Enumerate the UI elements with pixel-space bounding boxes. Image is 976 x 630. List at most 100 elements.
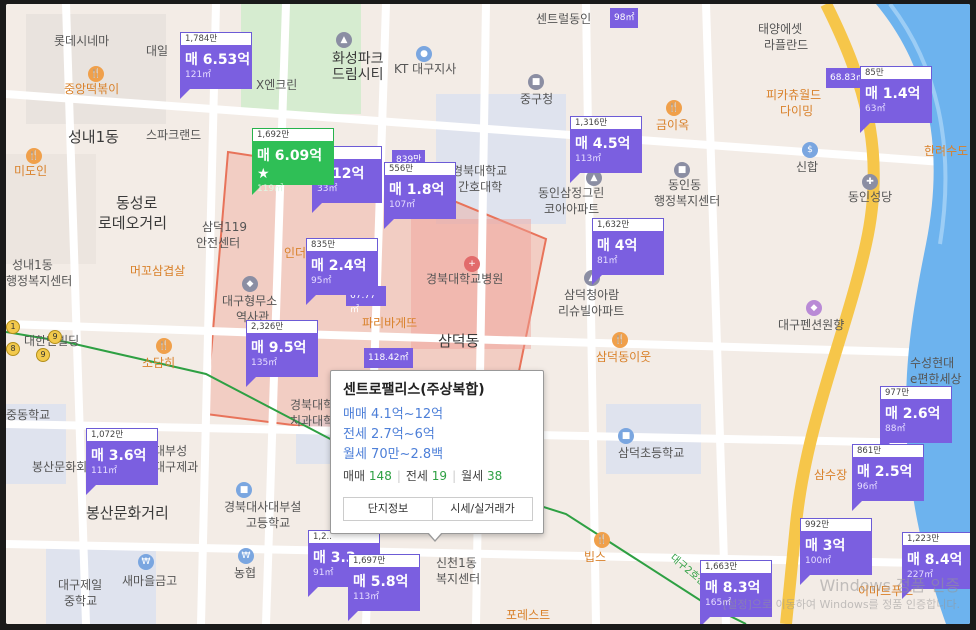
marker-price-per: 1,663만 — [700, 560, 772, 573]
label-jungguchung: 중구청 — [520, 92, 554, 106]
marker-price-per: 1,697만 — [348, 554, 420, 567]
marker-area: 113㎡ — [575, 154, 602, 164]
price-marker[interactable]: 977만 매 2.6억 88㎡ — [880, 386, 952, 453]
price-marker[interactable]: 85만 매 1.4억 63㎡ — [860, 66, 932, 133]
marker-area: 63㎡ — [865, 104, 886, 114]
school-icon[interactable]: ■ — [236, 482, 252, 498]
marker-area: 111㎡ — [91, 466, 118, 476]
label-welfare: 복지센터 — [436, 572, 481, 586]
complex-info-popup[interactable]: 센트로팰리스(주상복합) 매매 4.1억~12억 전세 2.7억~6억 월세 7… — [330, 370, 544, 542]
monthly-range[interactable]: 월세 70만~2.8백 — [343, 445, 531, 465]
label-middle-school: 중학교 — [64, 594, 98, 608]
marker-price-per: 1,632만 — [592, 218, 664, 231]
label-spacland: 스파크랜드 — [146, 128, 202, 142]
label-samdeok-arum: 삼덕청아람 — [564, 288, 620, 302]
jeonse-range[interactable]: 전세 2.7억~6억 — [343, 425, 531, 445]
price-marker[interactable]: 2,326만 매 9.5억 135㎡ — [246, 320, 318, 387]
label-school1: 중동학교 — [6, 408, 51, 422]
label-suseong-hyundai: 수성현대 — [910, 356, 955, 370]
apartment-icon[interactable]: ▲ — [336, 32, 352, 48]
church-icon[interactable]: ✚ — [862, 174, 878, 190]
marker-area: 119㎡ — [257, 184, 284, 194]
mini-marker[interactable]: 98㎡ — [610, 8, 639, 28]
label-paris: 파리바게뜨 — [362, 316, 418, 330]
label-safety: 안전센터 — [196, 236, 241, 250]
price-marker[interactable]: 1,632만 매 4억 81㎡ — [592, 218, 664, 285]
marker-price: 매 6.53억 — [185, 52, 251, 68]
label-kt-daegu: KT 대구지사 — [394, 62, 457, 76]
museum-icon[interactable]: ◆ — [242, 276, 258, 292]
label-nursing: 간호대학 — [458, 180, 503, 194]
marker-area: 81㎡ — [597, 256, 618, 266]
label-samsu: 삼수장 — [814, 468, 848, 482]
price-marker[interactable]: 1,697만 매 5.8억 113㎡ — [348, 554, 420, 621]
label-daiming: 다이밍 — [780, 104, 814, 118]
label-dongin-samjeong: 동인삼정그린 — [538, 186, 605, 200]
price-marker[interactable]: 1,663만 매 8.3억 165㎡ — [700, 560, 772, 624]
price-marker[interactable]: 1,072만 매 3.6억 111㎡ — [86, 428, 158, 495]
price-marker[interactable]: 835만 매 2.4억 95㎡ — [306, 238, 378, 305]
restaurant-icon[interactable]: 🍴 — [612, 332, 628, 348]
subway-line8-icon[interactable]: 8 — [6, 342, 20, 356]
government-icon[interactable]: ■ — [528, 74, 544, 90]
marker-area: 113㎡ — [353, 592, 380, 602]
label-centrum: 센트럴동인 — [536, 12, 592, 26]
label-samdeokdong: 삼덕동 — [438, 332, 480, 350]
subway-line1-icon[interactable]: 1 — [6, 320, 20, 334]
label-sindong: 신천1동 — [436, 556, 477, 570]
subway-line9-icon[interactable]: 9 — [48, 330, 62, 344]
label-dongseongro: 동성로 — [116, 194, 158, 212]
label-dream-city: 드림시티 — [332, 67, 384, 83]
marker-price: 매 2.5억 — [857, 464, 913, 480]
marker-price-per: 2,326만 — [246, 320, 318, 333]
label-seongnae-admin1: 성내1동 — [12, 258, 53, 272]
complex-info-button[interactable]: 단지정보 — [343, 497, 433, 521]
marker-price: 매 3억 — [805, 538, 846, 554]
marker-area: 88㎡ — [885, 424, 906, 434]
school-icon[interactable]: ■ — [618, 428, 634, 444]
mini-marker[interactable]: 118.42㎡ — [364, 348, 413, 368]
bank-icon[interactable]: ₩ — [238, 548, 254, 564]
restaurant-icon[interactable]: 🍴 — [594, 532, 610, 548]
label-gyeongbuk-hospital: 경북대학교병원 — [426, 272, 504, 286]
label-xscreen: X엔크린 — [256, 78, 298, 92]
hospital-icon[interactable]: + — [464, 256, 480, 272]
label-nonghyup: 농협 — [234, 566, 257, 580]
marker-price-per: 1,316만 — [570, 116, 642, 129]
government-icon[interactable]: ■ — [674, 162, 690, 178]
map-view[interactable]: 롯데시네마 대일 화성파크 드림시티 KT 대구지사 센트럴동인 태양에셋 라플… — [6, 4, 970, 624]
office-icon[interactable]: ● — [416, 46, 432, 62]
price-marker-selected[interactable]: 1,692만 매 6.09억 ★ 119㎡ — [252, 128, 334, 195]
marker-price: 매 9.5억 — [251, 340, 307, 356]
label-rodeo: 로데오거리 — [98, 214, 168, 232]
restaurant-icon[interactable]: 🍴 — [26, 148, 42, 164]
restaurant-icon[interactable]: 🍴 — [666, 100, 682, 116]
bank-icon[interactable]: $ — [802, 142, 818, 158]
museum-icon[interactable]: ◆ — [806, 300, 822, 316]
label-dongin-admin: 동인동 — [668, 178, 702, 192]
label-highschool1: 경북대사대부설 — [224, 500, 302, 514]
restaurant-icon[interactable]: 🍴 — [156, 338, 172, 354]
label-taeyang: 태양에셋 — [758, 22, 803, 36]
price-history-button[interactable]: 시세/실거래가 — [433, 497, 533, 521]
marker-price-per: 835만 — [306, 238, 378, 251]
subway-line9b-icon[interactable]: 9 — [36, 348, 50, 362]
marker-area: 96㎡ — [857, 482, 878, 492]
marker-area: 121㎡ — [185, 70, 212, 80]
label-highschool2: 고등학교 — [246, 516, 291, 530]
marker-area: 135㎡ — [251, 358, 278, 368]
price-marker[interactable]: 556만 매 1.8억 107㎡ — [384, 162, 456, 229]
label-samdeok119: 삼덕119 — [202, 220, 247, 234]
restaurant-icon[interactable]: 🍴 — [88, 66, 104, 82]
label-lotte-cinema: 롯데시네마 — [54, 34, 110, 48]
label-pore: 포레스트 — [506, 608, 551, 622]
label-midoin: 미도인 — [14, 164, 48, 178]
marker-area: 100㎡ — [805, 556, 832, 566]
label-saemaeul: 새마을금고 — [122, 574, 178, 588]
label-hanryeo: 한려수도 — [924, 144, 969, 158]
sale-range[interactable]: 매매 4.1억~12억 — [343, 405, 531, 425]
price-marker[interactable]: 1,784만 매 6.53억 121㎡ — [180, 32, 252, 99]
bank-icon[interactable]: ₩ — [138, 554, 154, 570]
price-marker[interactable]: 861만 매 2.5억 96㎡ — [852, 444, 924, 511]
price-marker[interactable]: 1,316만 매 4.5억 113㎡ — [570, 116, 642, 183]
